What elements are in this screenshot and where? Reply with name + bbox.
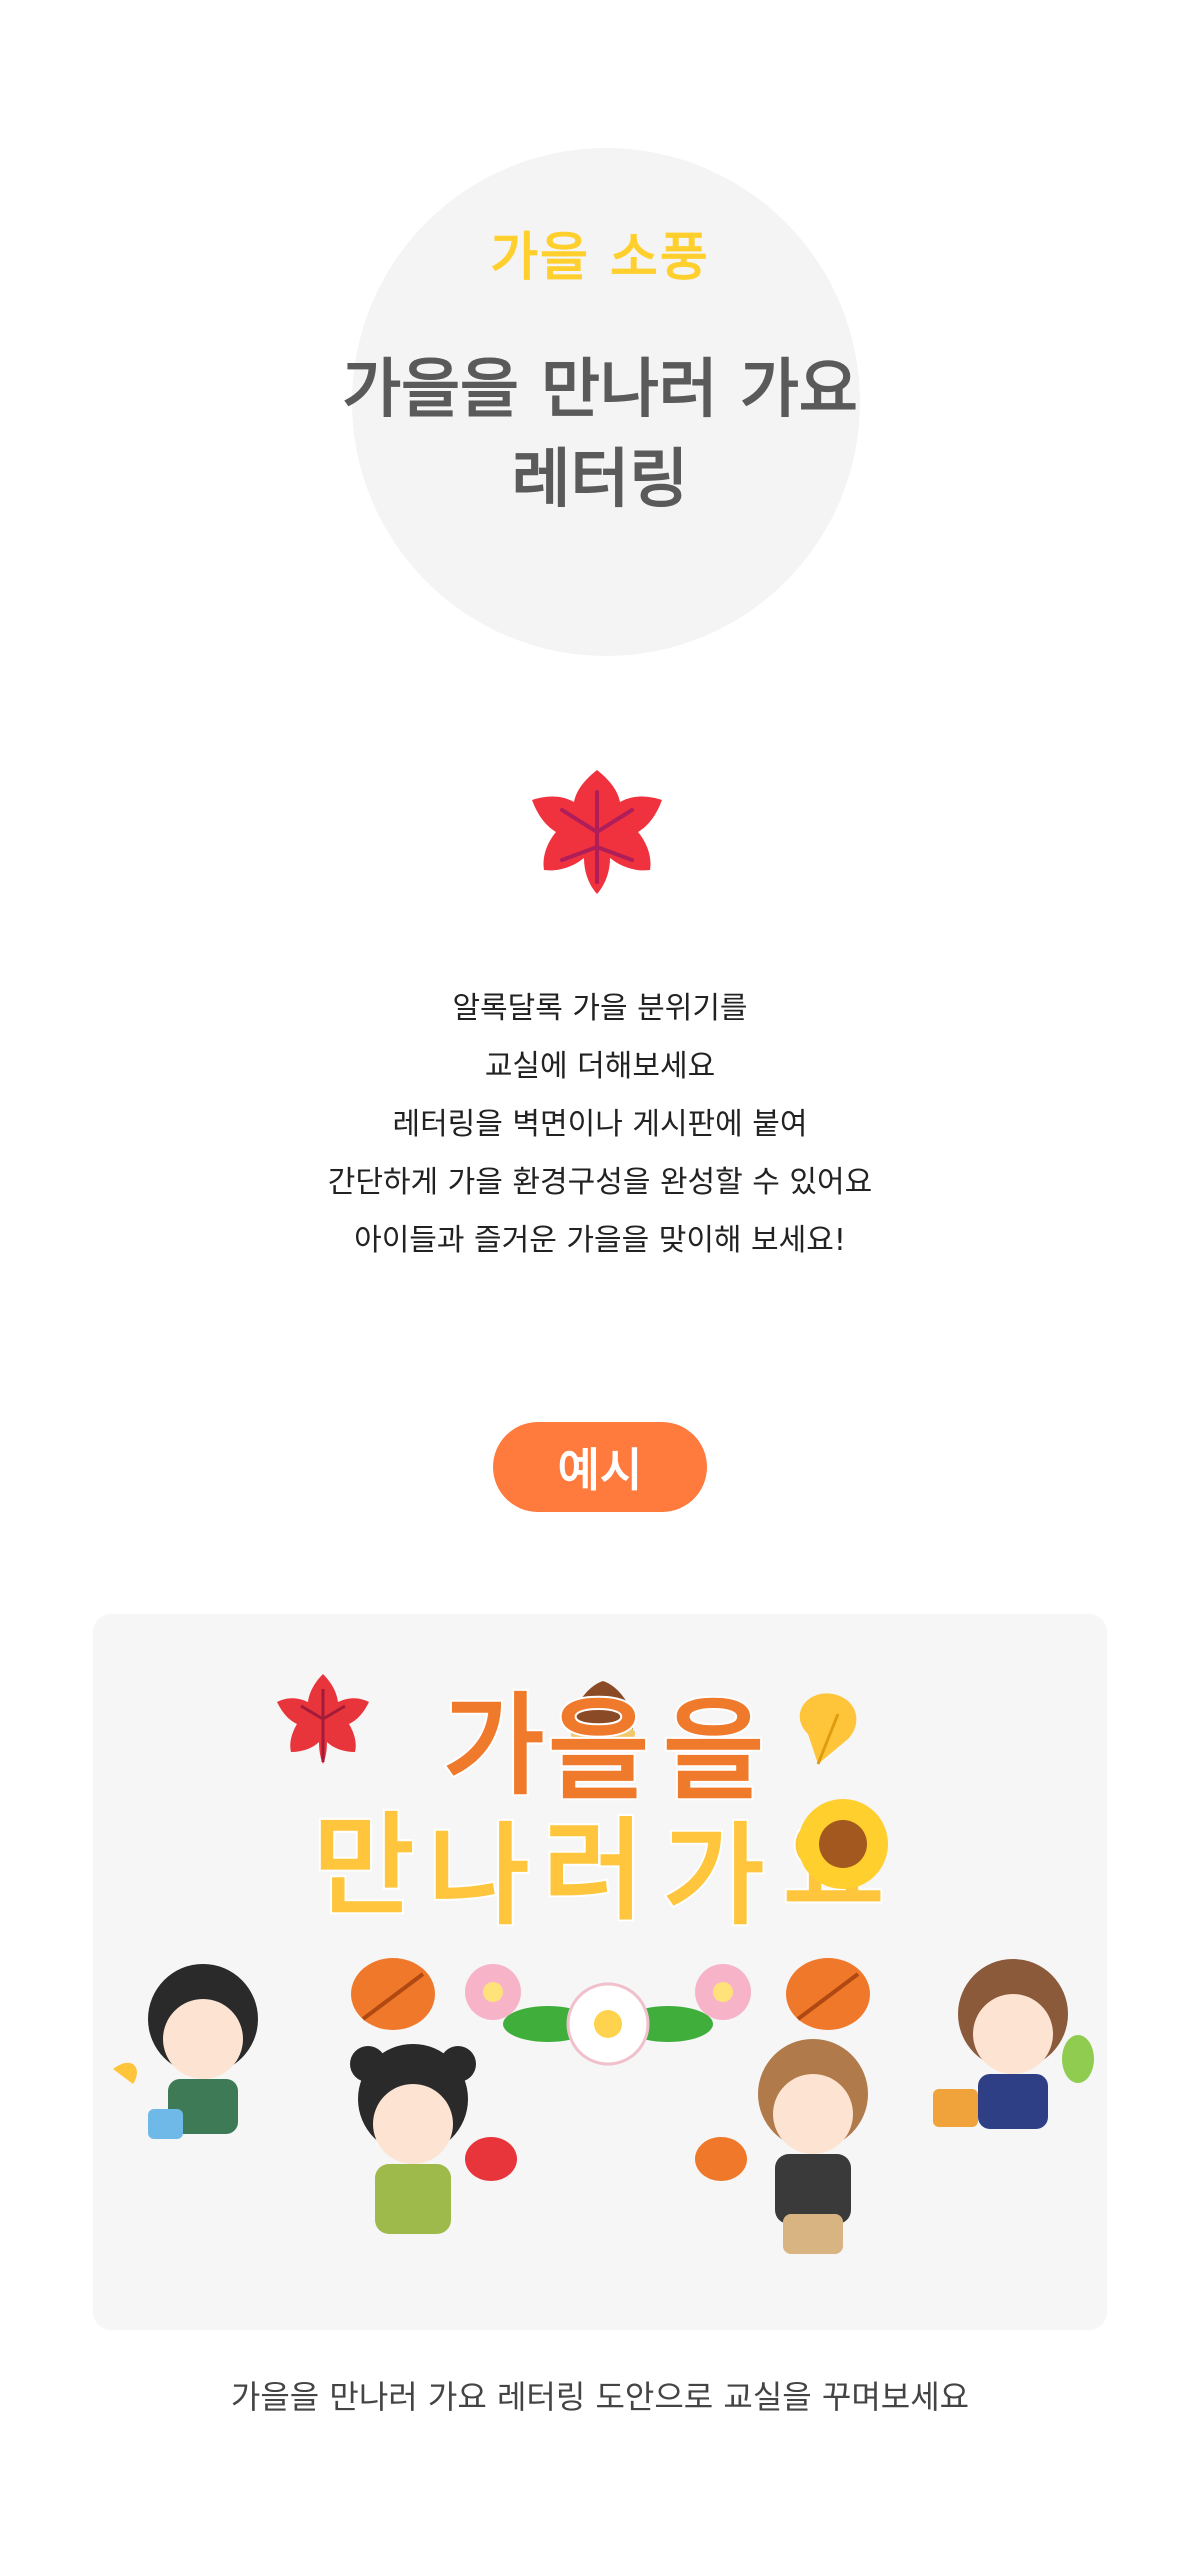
lettering-char: 러 (543, 1807, 644, 1935)
flower-icon (503, 1982, 713, 2066)
flower-icon (695, 1964, 751, 2020)
lettering-char: 가 (443, 1682, 544, 1810)
lettering-char: 을 (548, 1687, 649, 1815)
maple-leaf-icon (277, 1674, 369, 1764)
child-figure (695, 2039, 868, 2254)
example-badge: 예시 (493, 1422, 707, 1512)
hero-title-line2: 레터링 (511, 443, 689, 517)
caption: 가을을 만나러 가요 레터링 도안으로 교실을 꾸며보세요 (230, 2378, 970, 2416)
description: 알록달록 가을 분위기를 교실에 더해보세요 레터링을 벽면이나 게시판에 붙여… (0, 980, 1200, 1270)
hero-title-line1: 가을을 만나러 가요 (342, 353, 858, 427)
description-line: 레터링을 벽면이나 게시판에 붙여 (392, 1107, 808, 1142)
description-line: 알록달록 가을 분위기를 (452, 991, 748, 1026)
child-figure (113, 1964, 258, 2139)
description-line: 간단하게 가을 환경구성을 완성할 수 있어요 (327, 1165, 873, 1200)
hero-title: 가을을 만나러 가요 레터링 (0, 345, 1200, 525)
lettering-char: 가 (663, 1812, 764, 1940)
orange-leaf-icon (351, 1958, 435, 2030)
child-figure (933, 1959, 1094, 2129)
hero-subtitle: 가을 소풍 (490, 228, 710, 288)
lettering-char: 을 (663, 1687, 764, 1815)
description-line: 아이들과 즐거운 가을을 맞이해 보세요! (354, 1223, 846, 1258)
sunflower-icon (798, 1799, 888, 1889)
ginkgo-leaf-icon (799, 1693, 857, 1765)
example-image: 가 을 을 만 나 러 가 요 (93, 1614, 1107, 2330)
lettering-char: 나 (428, 1812, 529, 1940)
flower-icon (465, 1964, 521, 2020)
lettering-char: 만 (313, 1802, 414, 1930)
child-figure (350, 2044, 517, 2234)
description-line: 교실에 더해보세요 (484, 1049, 716, 1084)
maple-leaf-icon (532, 770, 662, 894)
orange-leaf-icon (786, 1958, 870, 2030)
